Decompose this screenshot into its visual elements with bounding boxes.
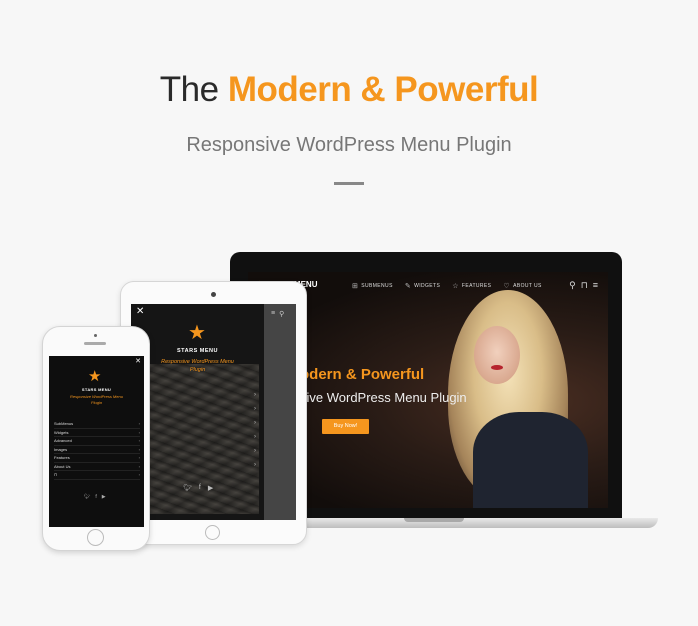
youtube-icon[interactable]: ▶	[208, 484, 213, 492]
menu-item-advanced[interactable]: Advanced ›	[54, 437, 140, 446]
phone-screen: ✕ ★ STARS MENU Responsive WordPress Menu…	[49, 356, 144, 527]
hamburger-icon[interactable]: ≡	[593, 280, 598, 291]
menu-item-images[interactable]: Images ›	[54, 446, 140, 454]
chevron-right-icon: ›	[138, 446, 140, 452]
tablet-screen: ✕ ≡ ⚲ ★ STARS MENU Responsive WordPress …	[131, 304, 296, 520]
bag-icon[interactable]: ⊓	[581, 280, 588, 291]
star-icon: ☆	[452, 283, 459, 290]
phone-brand: STARS MENU	[81, 387, 112, 392]
bag-icon: ⊓	[54, 472, 58, 477]
title-prefix: The	[159, 70, 219, 109]
phone-camera	[94, 334, 97, 337]
buy-now-button[interactable]: Buy Now!	[322, 419, 369, 434]
close-icon[interactable]: ✕	[136, 306, 144, 317]
hamburger-icon[interactable]: ≡	[271, 310, 275, 318]
chevron-right-icon[interactable]: ›	[254, 462, 256, 468]
search-icon[interactable]: ⚲	[279, 310, 284, 318]
tablet-tagline: Responsive WordPress Menu Plugin	[161, 359, 234, 373]
menu-item-widgets[interactable]: Widgets ›	[54, 429, 140, 437]
heart-icon: ♡	[503, 283, 511, 290]
chevron-right-icon: ›	[138, 455, 140, 460]
grid-icon: ⊞	[352, 283, 359, 290]
tablet-social: 🐦︎ f ▶	[183, 484, 213, 492]
chevron-right-icon[interactable]: ›	[254, 420, 256, 426]
facebook-icon[interactable]: f	[199, 484, 201, 492]
phone-menu-list: SubMenus › Widgets › Advanced › Images › Fea…	[54, 420, 140, 480]
menu-item-features[interactable]: ☆ FEATURES	[452, 282, 491, 290]
menu-item-submenus[interactable]: ⊞ SUBMENUS	[352, 282, 393, 290]
tablet-overlay	[264, 304, 296, 520]
title-accent: Modern & Powerful	[227, 70, 539, 109]
laptop-menu: ⊞ SUBMENUS ✎ WIDGETS ☆ FEATURES ♡ ABOUT US	[352, 282, 542, 290]
chevron-right-icon: ›	[138, 438, 140, 443]
star-logo-icon: ★	[88, 368, 102, 385]
chevron-right-icon: ›	[138, 429, 140, 435]
facebook-icon[interactable]: f	[95, 494, 96, 500]
model-face	[474, 326, 520, 384]
chevron-right-icon: ›	[138, 421, 140, 426]
menu-item-submenus[interactable]: SubMenus ›	[54, 420, 140, 429]
pencil-icon: ✎	[404, 283, 412, 290]
phone-home-button	[87, 529, 104, 546]
hero-title: The Modern & Powerful	[0, 70, 698, 110]
close-icon[interactable]: ✕	[135, 357, 141, 365]
chevron-right-icon[interactable]: ›	[254, 406, 256, 412]
menu-item-widgets[interactable]: ✎ WIDGETS	[405, 282, 440, 290]
menu-item-cart[interactable]: ⊓ ›	[54, 471, 140, 480]
hero-divider	[334, 182, 364, 185]
menu-item-about-us[interactable]: About Us ›	[54, 463, 140, 471]
phone-speaker	[84, 342, 106, 345]
chevron-right-icon[interactable]: ›	[254, 448, 256, 454]
hero-subtitle: Responsive WordPress Menu Plugin	[186, 134, 512, 156]
tablet-brand: STARS MENU	[177, 348, 218, 354]
model-lips	[491, 365, 503, 370]
model-coat	[473, 412, 588, 508]
search-icon[interactable]: ⚲	[569, 280, 576, 291]
chevron-right-icon: ›	[138, 472, 140, 477]
laptop-notch	[404, 518, 464, 522]
star-logo-icon: ★	[188, 322, 206, 344]
chevron-right-icon[interactable]: ›	[254, 392, 256, 398]
tablet-menu-chevrons: › › › › › ›	[254, 392, 256, 468]
twitter-icon[interactable]: 🐦︎	[84, 494, 90, 500]
tablet-tools: ≡ ⚲	[271, 310, 284, 318]
chevron-right-icon: ›	[138, 463, 140, 469]
youtube-icon[interactable]: ▶	[102, 494, 106, 500]
chevron-right-icon[interactable]: ›	[254, 434, 256, 440]
phone-social: 🐦︎ f ▶	[84, 494, 106, 500]
menu-item-about-us[interactable]: ♡ ABOUT US	[503, 282, 541, 290]
laptop-subline: sive WordPress Menu Plugin	[300, 390, 467, 405]
tablet-camera	[211, 292, 216, 297]
phone-tagline: Responsive WordPress Menu Plugin	[70, 394, 123, 405]
twitter-icon[interactable]: 🐦︎	[183, 484, 192, 492]
laptop-headline: odern & Powerful	[300, 366, 425, 383]
laptop-tools: ⚲ ⊓ ≡	[569, 280, 598, 291]
menu-item-features[interactable]: Features ›	[54, 454, 140, 463]
tablet-home-button	[205, 525, 220, 540]
